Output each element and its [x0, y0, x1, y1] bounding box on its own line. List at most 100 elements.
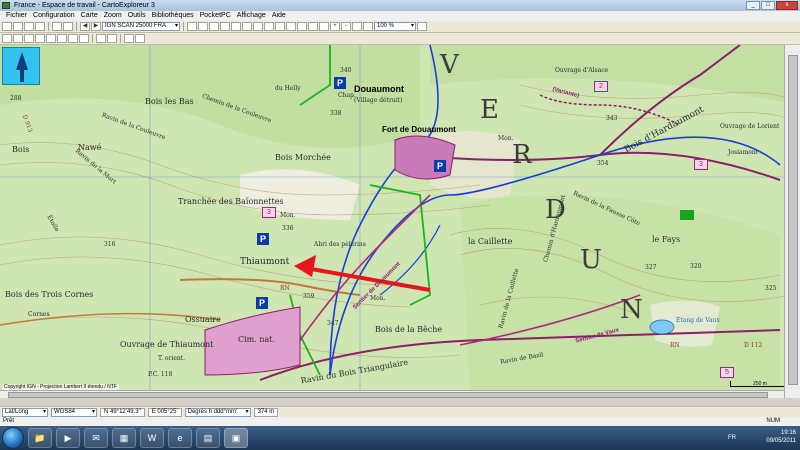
map-label-bois-trois-cornes: Bois des Trois Cornes	[5, 290, 94, 299]
spot-elevation: 340	[340, 67, 352, 74]
info-icon[interactable]	[286, 22, 296, 31]
map-label-tranchee: Tranchée des Baïonnettes	[178, 197, 284, 206]
gps-icon[interactable]	[297, 22, 307, 31]
map-label-verdun-e: E	[480, 95, 499, 125]
delete-icon[interactable]	[107, 34, 117, 43]
zoom-area-icon[interactable]	[352, 22, 362, 31]
open-icon[interactable]	[13, 22, 23, 31]
north-arrow-icon[interactable]	[2, 47, 40, 85]
layer4-icon[interactable]	[220, 22, 230, 31]
taskbar-media-icon[interactable]: ▶	[56, 428, 80, 448]
close-button[interactable]: x	[776, 1, 798, 10]
map-label-thiaumont: Thiaumont	[240, 257, 290, 267]
zoom-select[interactable]: 100 %	[374, 22, 416, 31]
zoom-in-icon[interactable]: +	[330, 22, 340, 31]
binoculars-icon[interactable]	[242, 22, 252, 31]
horizontal-scrollbar[interactable]	[0, 390, 784, 398]
taskbar-cartoexploreur-icon[interactable]: ▣	[224, 428, 248, 448]
draw-image-icon[interactable]	[79, 34, 89, 43]
taskbar-mail-icon[interactable]: ✉	[84, 428, 108, 448]
altitude-readout: 374 m	[253, 407, 279, 417]
window-controls: _ □ x	[746, 1, 798, 10]
spot-elevation: 327	[645, 264, 657, 271]
track-icon[interactable]	[275, 22, 285, 31]
maximize-button[interactable]: □	[761, 1, 775, 10]
map-label-fort: Fort de Douaumont	[382, 125, 456, 134]
taskbar-app2-icon[interactable]: ▤	[196, 428, 220, 448]
zoom-out-icon[interactable]: −	[341, 22, 351, 31]
taskbar-app-icon[interactable]: ▦	[112, 428, 136, 448]
paste-icon[interactable]	[63, 22, 73, 31]
map-label-d112: D 112	[744, 342, 763, 349]
waypoint-icon[interactable]	[264, 22, 274, 31]
profile-icon[interactable]	[135, 34, 145, 43]
back-icon[interactable]: ◀	[80, 22, 90, 31]
layer-icon[interactable]	[187, 22, 197, 31]
zoom-fit-icon[interactable]	[363, 22, 373, 31]
map-select[interactable]: IGN SCAN 25000 FRA	[102, 22, 180, 31]
drawing-toolbar	[0, 33, 800, 45]
taskbar-browser-icon[interactable]: e	[168, 428, 192, 448]
draw-symbol-icon[interactable]	[68, 34, 78, 43]
menu-zoom[interactable]: Zoom	[101, 11, 125, 21]
draw-rect-icon[interactable]	[35, 34, 45, 43]
copy-icon[interactable]	[52, 22, 62, 31]
vertical-scrollbar[interactable]	[784, 45, 800, 398]
map-label-bois-morchee: Bois Morchée	[275, 153, 331, 162]
horizontal-scroll-thumb[interactable]	[8, 392, 768, 398]
forward-icon[interactable]: ▶	[91, 22, 101, 31]
map-badge: 2	[594, 81, 608, 92]
edit-icon[interactable]	[96, 34, 106, 43]
menu-affichage[interactable]: Affichage	[234, 11, 269, 21]
measure-icon[interactable]	[124, 34, 134, 43]
menu-fichier[interactable]: Fichier	[3, 11, 30, 21]
coord-system-select[interactable]: Lat/Long	[2, 407, 48, 417]
map-label-helly: du Helly	[275, 85, 301, 92]
draw-text-icon[interactable]	[57, 34, 67, 43]
minimize-button[interactable]: _	[746, 1, 760, 10]
layer3-icon[interactable]	[209, 22, 219, 31]
status-bar: Prêt NUM	[0, 417, 800, 426]
menu-aide[interactable]: Aide	[269, 11, 289, 21]
toolbar-separator	[92, 34, 93, 43]
vertical-scroll-thumb[interactable]	[788, 55, 798, 385]
draw-point-icon[interactable]	[2, 34, 12, 43]
map-label-village: (Village détruit)	[354, 97, 403, 104]
language-indicator[interactable]: FR	[728, 434, 736, 442]
map-view[interactable]: Douaumont (Village détruit) Fort de Doua…	[0, 45, 800, 390]
taskbar-explorer-icon[interactable]: 📁	[28, 428, 52, 448]
map-label-mon-3: Mon.	[370, 295, 386, 302]
clock-date[interactable]: 09/05/2011	[766, 437, 796, 445]
taskbar-word-icon[interactable]: W	[140, 428, 164, 448]
layer5-icon[interactable]	[231, 22, 241, 31]
map-label-la-caillette: la Caillette	[468, 237, 513, 246]
draw-line-icon[interactable]	[13, 34, 23, 43]
new-icon[interactable]	[2, 22, 12, 31]
map-label-verdun-d: D	[545, 195, 566, 225]
route-icon[interactable]	[253, 22, 263, 31]
menu-configuration[interactable]: Configuration	[30, 11, 78, 21]
menu-carte[interactable]: Carte	[78, 11, 101, 21]
format-select[interactable]: Degrés h ddd°mm'	[184, 407, 251, 417]
draw-circle-icon[interactable]	[46, 34, 56, 43]
print-icon[interactable]	[35, 22, 45, 31]
menu-pocketpc[interactable]: PocketPC	[197, 11, 234, 21]
datum-select[interactable]: WGS84	[51, 407, 97, 417]
zoom-apply-icon[interactable]	[417, 22, 427, 31]
layer2-icon[interactable]	[198, 22, 208, 31]
draw-poly-icon[interactable]	[24, 34, 34, 43]
parking-icon: P	[334, 77, 346, 89]
map-label-bois: Bois	[12, 145, 30, 154]
map-label-cornes: Cornes	[28, 311, 50, 318]
map-label-pc118: P.C. 118	[148, 371, 173, 378]
menu-bibliotheques[interactable]: Bibliothèques	[149, 11, 197, 21]
save-icon[interactable]	[24, 22, 34, 31]
system-tray: FR 19:16 09/05/2011	[728, 429, 796, 445]
map-label-josiamont: Josiamont	[728, 149, 759, 156]
clock-time[interactable]: 19:16	[766, 429, 796, 437]
start-button[interactable]	[2, 427, 24, 449]
north-icon[interactable]	[319, 22, 329, 31]
spot-elevation: 325	[765, 285, 777, 292]
menu-outils[interactable]: Outils	[125, 11, 149, 21]
grid-icon[interactable]	[308, 22, 318, 31]
